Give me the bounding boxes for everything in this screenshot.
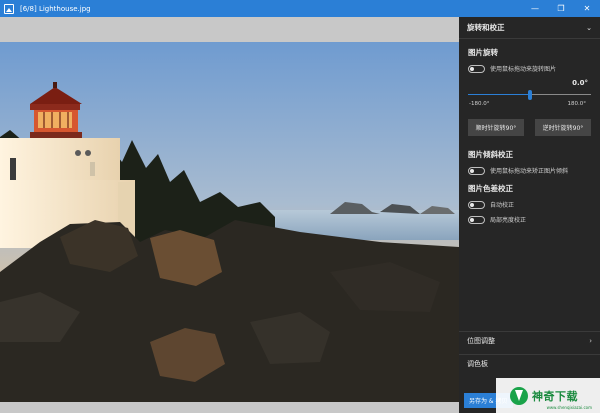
- color-section-title: 图片色差校正: [468, 184, 513, 193]
- local-brightness-toggle[interactable]: [468, 215, 485, 224]
- download-logo-icon: [510, 386, 528, 405]
- slider-thumb[interactable]: [527, 90, 532, 100]
- watermark-text: 神奇下载: [532, 389, 578, 403]
- tilt-section-title: 图片倾斜校正: [468, 150, 513, 159]
- slider-max-label: 180.0°: [567, 101, 587, 107]
- slider-labels: -180.0° 180.0°: [469, 101, 586, 107]
- lighthouse-photo[interactable]: [0, 42, 459, 402]
- panel-title: 旋转和校正: [467, 23, 505, 32]
- bitmap-adjust-item[interactable]: 位图调整 ›: [459, 331, 600, 349]
- image-viewer[interactable]: [0, 17, 459, 413]
- slider-min-label: -180.0°: [469, 101, 490, 107]
- image-app-icon: [4, 3, 14, 14]
- restore-button[interactable]: ❐: [548, 0, 574, 17]
- site-watermark: 神奇下载 www.shenqixiazai.com: [496, 378, 600, 413]
- rotate-buttons: 顺时针旋转90° 逆时针旋转90°: [468, 119, 591, 136]
- drag-rotate-row: 使用鼠标拖动来旋转图片: [468, 64, 600, 73]
- rotation-angle-value: 0.0°: [572, 79, 588, 87]
- local-brightness-label: 局部亮度校正: [490, 217, 527, 224]
- window-title: [6/8] Lighthouse.jpg: [20, 4, 91, 13]
- title-bar: [6/8] Lighthouse.jpg — ❐ ✕: [0, 0, 600, 17]
- chevron-down-icon[interactable]: ⌄: [586, 24, 592, 32]
- palette-item[interactable]: 调色板: [459, 354, 600, 372]
- window-controls: — ❐ ✕: [522, 0, 600, 17]
- slider-fill: [468, 94, 530, 95]
- auto-correct-toggle[interactable]: [468, 200, 485, 209]
- drag-tilt-label: 使用鼠标拖动来矫正图片倾斜: [490, 168, 569, 175]
- palette-label: 调色板: [467, 359, 488, 368]
- rotate-cw-button[interactable]: 顺时针旋转90°: [468, 119, 524, 136]
- minimize-button[interactable]: —: [522, 0, 548, 17]
- drag-rotate-toggle[interactable]: [468, 64, 485, 73]
- auto-correct-row: 自动校正: [468, 200, 600, 209]
- rotate-ccw-button[interactable]: 逆时针旋转90°: [535, 119, 591, 136]
- close-button[interactable]: ✕: [574, 0, 600, 17]
- local-brightness-row: 局部亮度校正: [468, 215, 600, 224]
- rotation-slider[interactable]: [468, 90, 591, 100]
- drag-rotate-label: 使用鼠标拖动来旋转图片: [490, 66, 557, 73]
- edit-panel: 旋转和校正 ⌄ 图片旋转 使用鼠标拖动来旋转图片 0.0° -180.0° 18…: [459, 17, 600, 413]
- bitmap-adjust-label: 位图调整: [467, 336, 495, 345]
- rotate-section-title: 图片旋转: [468, 48, 498, 57]
- auto-correct-label: 自动校正: [490, 202, 515, 209]
- drag-tilt-toggle[interactable]: [468, 166, 485, 175]
- rotate-correct-header[interactable]: 旋转和校正 ⌄: [459, 17, 600, 39]
- watermark-url: www.shenqixiazai.com: [546, 405, 592, 410]
- chevron-right-icon[interactable]: ›: [589, 337, 592, 345]
- lighthouse-image: [0, 42, 459, 402]
- drag-tilt-row: 使用鼠标拖动来矫正图片倾斜: [468, 166, 600, 175]
